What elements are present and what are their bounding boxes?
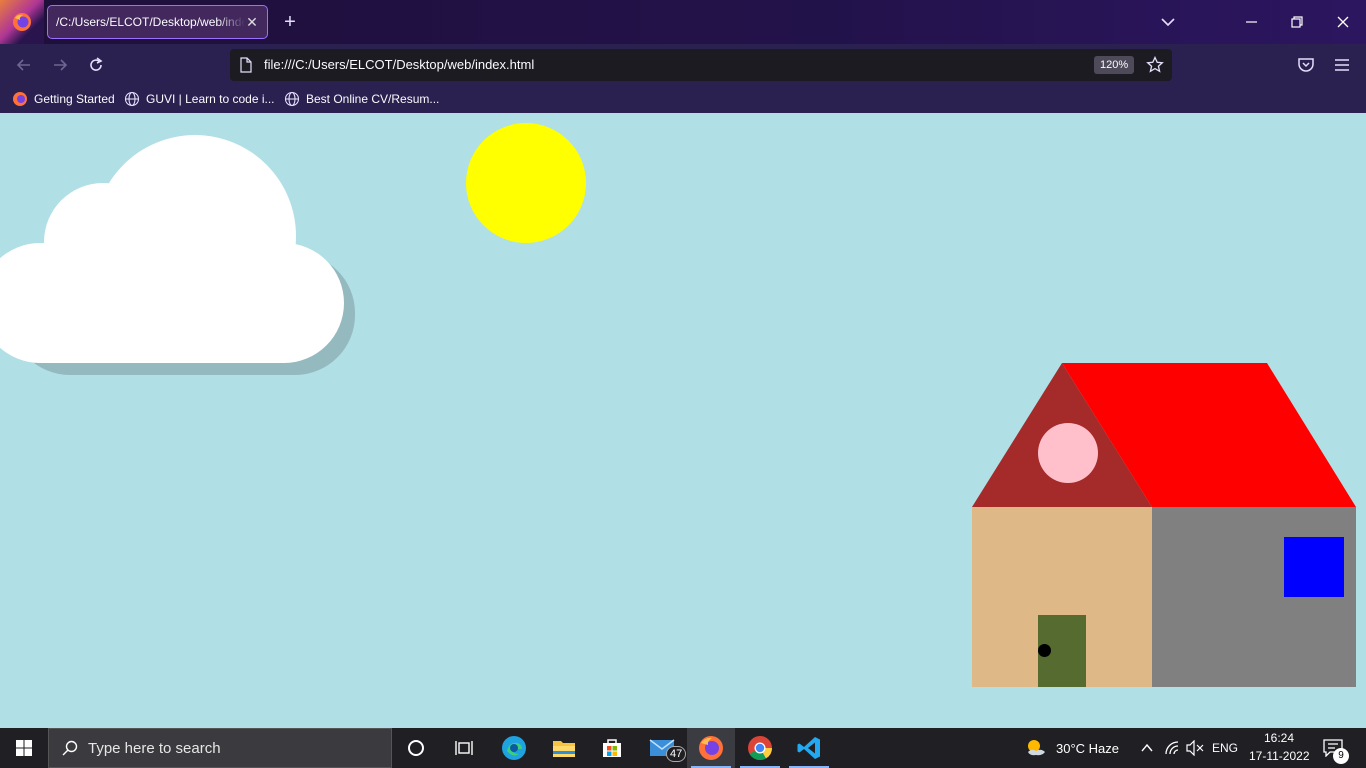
- weather-haze-icon[interactable]: [1024, 738, 1048, 758]
- vscode-icon: [797, 737, 820, 759]
- firefox-icon: [13, 92, 27, 106]
- task-view-button[interactable]: [440, 728, 488, 768]
- bookmark-best-online-cv[interactable]: Best Online CV/Resum...: [284, 90, 439, 108]
- new-tab-button[interactable]: +: [280, 12, 300, 32]
- globe-icon: [284, 91, 300, 107]
- bookmark-guvi[interactable]: GUVI | Learn to code i...: [124, 90, 275, 108]
- taskbar-store[interactable]: [588, 728, 636, 768]
- notifications-count-badge: 9: [1333, 748, 1349, 764]
- globe-icon: [124, 91, 140, 107]
- restore-icon[interactable]: [1285, 10, 1309, 34]
- windows-start-icon[interactable]: [0, 728, 48, 768]
- minimize-icon[interactable]: [1240, 10, 1264, 34]
- door-knob: [1038, 644, 1051, 657]
- navigation-toolbar: file:///C:/Users/ELCOT/Desktop/web/index…: [0, 44, 1366, 86]
- edge-icon: [502, 736, 526, 760]
- search-placeholder: Type here to search: [88, 739, 221, 757]
- show-hidden-icons-chevron-icon[interactable]: [1140, 741, 1154, 755]
- browser-tab-bar: /C:/Users/ELCOT/Desktop/web/index.html ✕…: [0, 0, 1366, 44]
- taskbar-edge[interactable]: [490, 728, 538, 768]
- forward-arrow-icon[interactable]: [50, 55, 70, 75]
- address-bar[interactable]: file:///C:/Users/ELCOT/Desktop/web/index…: [230, 49, 1172, 81]
- search-icon: [62, 740, 78, 756]
- attic-round-window: [1038, 423, 1098, 483]
- page-content: [0, 113, 1366, 728]
- cortana-icon: [408, 740, 424, 756]
- firefox-icon[interactable]: [12, 12, 32, 32]
- task-view-icon: [455, 741, 473, 755]
- input-language[interactable]: ENG: [1212, 741, 1238, 755]
- firefox-icon: [699, 736, 723, 760]
- chrome-icon: [748, 736, 772, 761]
- reload-icon[interactable]: [86, 55, 106, 75]
- taskbar-chrome[interactable]: [736, 728, 784, 768]
- taskbar-firefox[interactable]: [687, 728, 735, 768]
- zoom-level-button[interactable]: 120%: [1094, 56, 1135, 74]
- taskbar-search-box[interactable]: Type here to search: [48, 728, 392, 768]
- url-text[interactable]: file:///C:/Users/ELCOT/Desktop/web/index…: [264, 57, 534, 73]
- pocket-icon[interactable]: [1296, 55, 1316, 75]
- list-all-tabs-icon[interactable]: [1158, 12, 1178, 32]
- cloud-puff-large: [94, 135, 296, 337]
- bookmark-label: GUVI | Learn to code i...: [146, 92, 275, 106]
- house-side-wall: [1152, 507, 1356, 687]
- hamburger-menu-icon[interactable]: [1332, 55, 1352, 75]
- bookmark-star-icon[interactable]: [1146, 56, 1164, 74]
- file-explorer-icon: [553, 741, 575, 757]
- taskbar-vscode[interactable]: [785, 728, 833, 768]
- page-icon: [240, 57, 252, 73]
- mail-unread-badge: 47: [666, 746, 687, 762]
- house-window: [1284, 537, 1344, 597]
- bookmarks-toolbar: Getting Started GUVI | Learn to code i..…: [0, 86, 1366, 113]
- clock-time[interactable]: 16:24: [1264, 731, 1294, 745]
- cortana-button[interactable]: [392, 728, 440, 768]
- sun: [466, 123, 586, 243]
- bookmark-label: Getting Started: [34, 92, 115, 106]
- weather-text[interactable]: 30°C Haze: [1056, 741, 1119, 756]
- volume-muted-icon[interactable]: [1186, 740, 1204, 756]
- store-icon: [603, 739, 621, 757]
- taskbar-file-explorer[interactable]: [540, 728, 588, 768]
- tab-close-icon[interactable]: ✕: [245, 15, 259, 29]
- back-arrow-icon[interactable]: [14, 55, 34, 75]
- bookmark-getting-started[interactable]: Getting Started: [12, 90, 115, 108]
- windows-taskbar: Type here to search 47 30°C Haze ENG 16:…: [0, 728, 1366, 768]
- network-icon[interactable]: [1164, 740, 1180, 756]
- close-window-icon[interactable]: [1331, 10, 1355, 34]
- tab-title: /C:/Users/ELCOT/Desktop/web/index.html: [56, 15, 245, 29]
- bookmark-label: Best Online CV/Resum...: [306, 92, 440, 106]
- house-roof: [972, 363, 1356, 507]
- clock-date[interactable]: 17-11-2022: [1249, 749, 1310, 763]
- tab-index-html[interactable]: /C:/Users/ELCOT/Desktop/web/index.html ✕: [47, 5, 268, 39]
